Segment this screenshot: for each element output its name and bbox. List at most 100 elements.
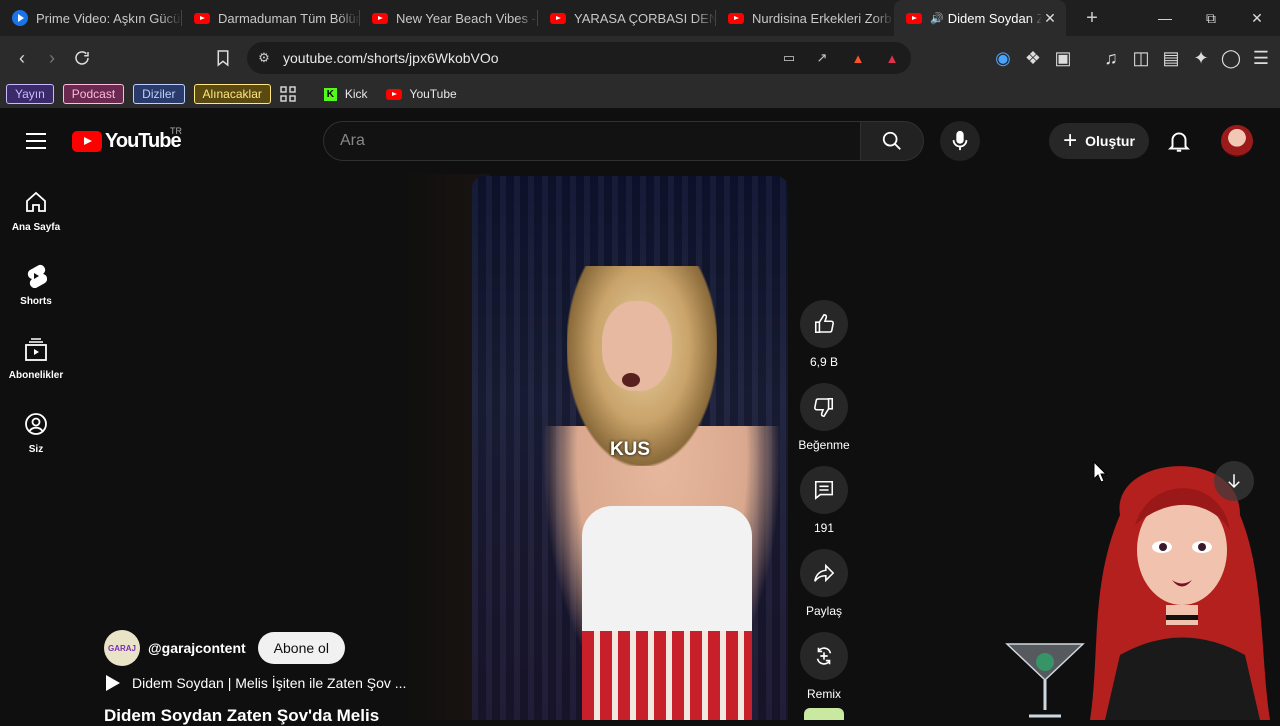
url-bar[interactable]: ⚙ youtube.com/shorts/jpx6WkobVOo ▭ ↗ ▲ ▲ [247,42,911,74]
linked-video-link[interactable]: Didem Soydan | Melis İşiten ile Zaten Şo… [106,675,406,691]
subscribe-button[interactable]: Abone ol [257,632,345,664]
remix-button[interactable]: Remix [796,632,852,701]
like-button[interactable]: 6,9 B [796,300,852,369]
share-label: Paylaş [805,604,843,618]
tab-prime-video[interactable]: Prime Video: Aşkın Gücü [0,0,182,36]
sidebar-item-you[interactable]: Siz [0,396,72,470]
subscriptions-icon [25,338,47,361]
user-circle-icon [25,413,47,435]
search-input[interactable]: Ara [323,121,861,161]
close-window-icon[interactable]: ✕ [1234,0,1280,36]
share-arrow-icon [814,563,835,583]
short-title: Didem Soydan Zaten Şov'da Melis [104,706,380,725]
speaker-icon[interactable]: 🔊 [930,12,944,25]
bookmark-folder-diziler[interactable]: Diziler [133,84,185,104]
microphone-icon [952,130,968,151]
youtube-icon [906,10,922,26]
youtube-header: YouTube TR Ara + Oluştur [0,108,1280,174]
share-icon[interactable]: ↗ [813,49,831,67]
sound-thumbnail[interactable] [804,708,844,720]
extension-icon[interactable]: ◉ [988,43,1018,73]
tab-didem-soydan[interactable]: 🔊 Didem Soydan Z ✕ [894,0,1066,36]
arrow-down-icon [1228,474,1240,489]
account-avatar[interactable] [1221,125,1253,157]
share-button[interactable]: Paylaş [796,549,852,618]
youtube-icon [194,10,210,26]
search-button[interactable] [860,121,924,161]
dislike-button[interactable]: Beğenme [796,383,852,452]
screenshot-icon[interactable]: ▣ [1048,43,1078,73]
notifications-bell-icon[interactable] [1166,128,1192,154]
bookmark-label: YouTube [409,87,457,101]
comment-count: 191 [813,521,835,535]
cocktail-glass-overlay [1005,640,1085,720]
wallet-icon[interactable]: ▤ [1156,43,1186,73]
tab-title: YARASA ÇORBASI DENİY [574,10,716,26]
sidebar-item-shorts[interactable]: Shorts [0,248,72,322]
extensions-puzzle-icon[interactable]: ❖ [1018,43,1048,73]
vpn-icon[interactable]: ◯ [1216,43,1246,73]
tab-title: Darmaduman Tüm Bölüm [218,10,360,26]
hamburger-menu-icon[interactable] [26,133,46,149]
restore-icon[interactable]: ⧉ [1188,0,1234,36]
cast-icon[interactable]: ▭ [780,49,798,67]
brave-rewards-icon[interactable]: ▲ [883,49,901,67]
tab-new-year[interactable]: New Year Beach Vibes - [360,0,538,36]
create-button[interactable]: + Oluştur [1049,123,1149,159]
tab-title: Didem Soydan Z [947,10,1042,26]
dislike-label: Beğenme [798,438,850,452]
bookmark-kick[interactable]: K Kick [323,87,368,101]
tab-darmaduman[interactable]: Darmaduman Tüm Bölüm [182,0,360,36]
channel-handle[interactable]: @garajcontent [148,640,246,656]
thumbs-down-icon [814,397,834,417]
tab-title: New Year Beach Vibes - [396,10,536,26]
shorts-icon [27,264,47,288]
tab-nurdisina[interactable]: Nurdisina Erkekleri Zorb [716,0,894,36]
minimize-icon[interactable]: — [1142,0,1188,36]
sidebar-icon[interactable]: ◫ [1126,43,1156,73]
site-settings-icon[interactable]: ⚙ [255,49,273,67]
tab-title: Nurdisina Erkekleri Zorb [752,10,892,26]
reload-icon[interactable] [67,43,97,73]
channel-avatar[interactable]: GARAJ [104,630,140,666]
channel-info: GARAJ @garajcontent Abone ol [104,630,345,666]
mouse-cursor-icon [1093,460,1108,488]
new-tab-icon[interactable]: + [1080,7,1104,30]
bookmark-icon[interactable] [208,43,238,73]
play-icon [106,675,120,691]
bookmark-youtube[interactable]: YouTube [385,87,457,101]
youtube-logo-icon [72,131,102,152]
sidebar-item-subscriptions[interactable]: Abonelikler [0,322,72,396]
bookmark-folder-alinacaklar[interactable]: Alınacaklar [193,84,271,104]
address-toolbar: ‹ › ⚙ youtube.com/shorts/jpx6WkobVOo ▭ ↗… [0,36,1280,80]
music-icon[interactable]: ♫ [1096,43,1126,73]
youtube-icon [550,10,566,26]
region-code: TR [170,126,182,136]
youtube-icon [385,88,402,100]
bookmark-folder-yayin[interactable]: Yayın [6,84,54,104]
back-icon[interactable]: ‹ [7,43,37,73]
plus-icon: + [1063,127,1078,154]
apps-grid-icon[interactable] [280,86,296,102]
bookmarks-bar: Yayın Podcast Diziler Alınacaklar K Kick… [0,80,1280,108]
thumbs-up-icon [814,314,834,334]
comments-button[interactable]: 191 [796,466,852,535]
menu-icon[interactable]: ☰ [1246,43,1276,73]
bookmark-folder-podcast[interactable]: Podcast [62,84,125,104]
url-text: youtube.com/shorts/jpx6WkobVOo [283,50,499,66]
brave-shield-icon[interactable]: ▲ [849,49,867,67]
shorts-actions: 6,9 B Beğenme 191 Paylaş Remix [796,300,852,715]
youtube-sidebar: Ana Sayfa Shorts Abonelikler Siz [0,174,72,470]
comment-icon [814,480,834,500]
kick-icon: K [323,87,337,101]
tab-yarasa[interactable]: YARASA ÇORBASI DENİY [538,0,716,36]
close-tab-icon[interactable]: ✕ [1042,10,1058,27]
shorts-video-player[interactable]: KUS [472,176,788,720]
leo-ai-icon[interactable]: ✦ [1186,43,1216,73]
next-short-button[interactable] [1214,461,1254,501]
window-controls: — ⧉ ✕ [1142,0,1280,36]
youtube-logo[interactable]: YouTube TR [72,126,182,153]
voice-search-button[interactable] [940,121,980,161]
sidebar-item-home[interactable]: Ana Sayfa [0,174,72,248]
forward-icon[interactable]: › [37,43,67,73]
